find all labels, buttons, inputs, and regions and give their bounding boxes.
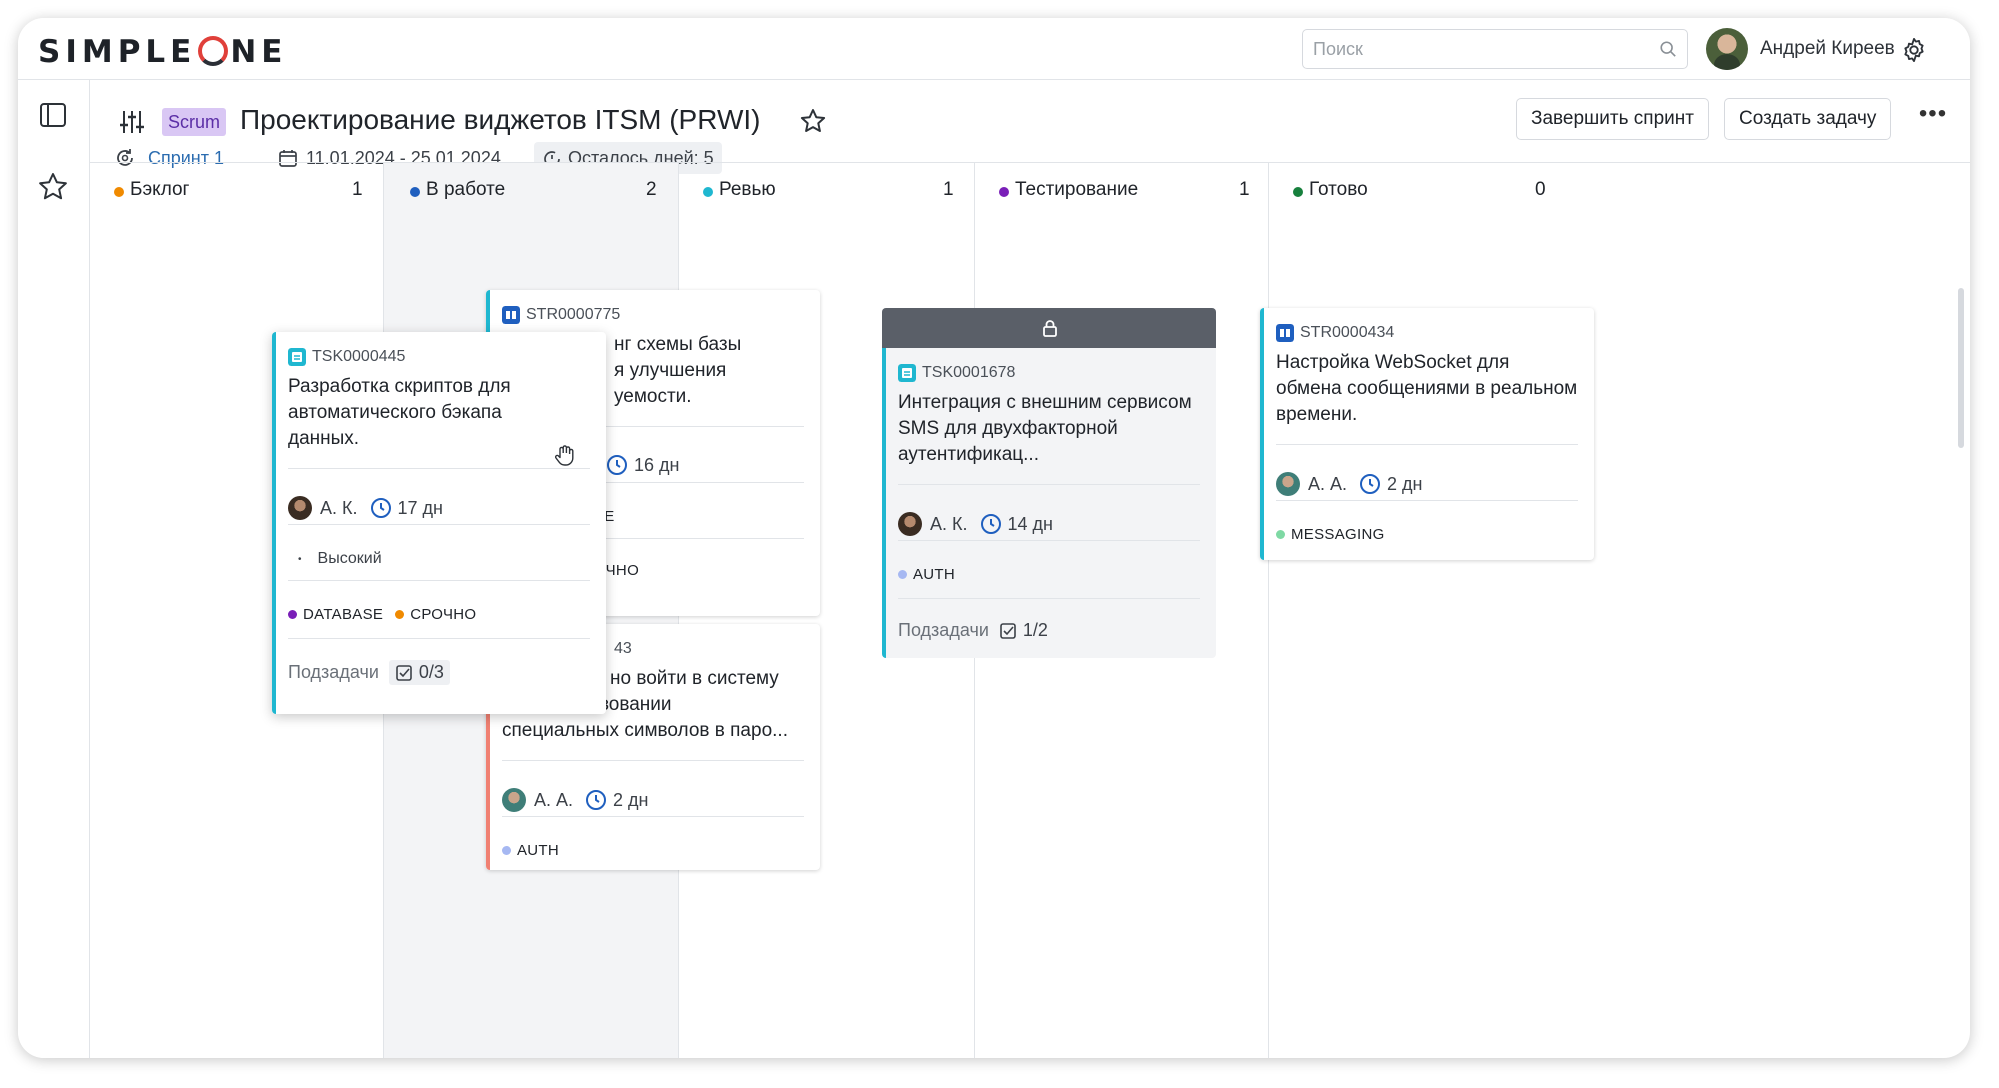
left-rail (18, 80, 90, 1058)
grab-cursor-icon (554, 445, 574, 466)
checkbox-icon (396, 664, 412, 681)
card-duration: 16 дн (634, 454, 680, 475)
card-duration: 17 дн (397, 497, 443, 518)
card-id: 43 (614, 640, 632, 657)
card-title: Настройка WebSocket для обмена сообщения… (1276, 352, 1578, 425)
search-input[interactable] (1303, 30, 1643, 68)
story-icon (502, 306, 520, 324)
finish-sprint-button[interactable]: Завершить спринт (1516, 98, 1709, 140)
clock-icon (607, 455, 627, 475)
app-window: SIMPLENE Андрей Киреев Scrum Проектирова… (18, 18, 1970, 1058)
sidebar-toggle-icon[interactable] (36, 98, 70, 132)
column-title: Бэклог (130, 179, 190, 200)
clock-icon (980, 514, 1001, 534)
card-id: STR0000434 (1300, 324, 1395, 341)
clock-icon (1360, 474, 1381, 494)
tag-dot (898, 570, 907, 579)
card-title: нг схемы базы я улучшения уемости. (614, 332, 806, 410)
card-tag: AUTH (517, 842, 560, 859)
task-card-locked[interactable]: TSK0001678 Интеграция с внешним сервисом… (882, 308, 1216, 658)
card-title: Разработка скриптов для автоматического … (288, 376, 511, 449)
more-menu-icon[interactable]: ••• (1918, 102, 1948, 134)
status-dot (703, 187, 713, 197)
story-icon (1276, 324, 1294, 342)
avatar (502, 788, 526, 812)
card-assignee: А. К. (320, 497, 358, 518)
column-title: Ревью (719, 179, 776, 200)
lock-icon (1043, 320, 1057, 337)
column-count: 1 (352, 179, 363, 200)
column-count: 1 (943, 179, 954, 200)
status-dot (410, 187, 420, 197)
tag-dot (1276, 530, 1285, 539)
card-title-line: я улучшения (614, 360, 727, 381)
dragged-task-card[interactable]: TSK0000445 Разработка скриптов для автом… (272, 332, 606, 714)
subtasks-label: Подзадачи (898, 620, 989, 640)
search-icon[interactable] (1659, 40, 1677, 58)
tag-dot (288, 610, 297, 619)
logo[interactable]: SIMPLE NE (38, 34, 287, 70)
column-count: 0 (1535, 179, 1546, 200)
favorites-star-icon[interactable] (36, 170, 70, 204)
status-dot (114, 187, 124, 197)
vertical-scrollbar[interactable] (1958, 288, 1964, 448)
card-title-line: специальных символов в паро... (502, 720, 788, 741)
card-tag: DATABASE (303, 606, 384, 623)
subtasks-label: Подзадачи (288, 662, 379, 682)
star-icon[interactable] (798, 106, 828, 136)
avatar (288, 496, 312, 520)
tag-dot (395, 610, 405, 619)
checkbox-icon (1000, 622, 1016, 639)
card-tag: AUTH (913, 566, 956, 583)
lock-bar (882, 308, 1216, 348)
status-dot (999, 187, 1009, 197)
avatar (1276, 472, 1300, 496)
subtasks-count: 0/3 (418, 662, 444, 682)
clock-icon (370, 498, 391, 518)
card-tag: MESSAGING (1291, 526, 1385, 543)
card-id: TSK0000445 (312, 348, 406, 365)
column-count: 1 (1239, 179, 1250, 200)
gear-icon[interactable] (1900, 36, 1928, 64)
card-id: STR0000775 (526, 306, 621, 323)
card-duration: 2 дн (613, 789, 649, 810)
card-title-line: нг схемы базы (614, 334, 742, 355)
card-duration: 2 дн (1387, 473, 1423, 494)
search-box[interactable] (1302, 29, 1688, 69)
subtasks-count: 1/2 (1022, 620, 1048, 640)
priority-bullet: • (298, 553, 302, 565)
tag-dot (502, 846, 511, 855)
card-tag: СРОЧНО (410, 606, 477, 623)
task-card[interactable]: STR0000434 Настройка WebSocket для обмен… (1260, 308, 1594, 560)
column-title: Готово (1309, 179, 1368, 200)
card-assignee: А. А. (1308, 473, 1348, 494)
card-assignee: А. А. (534, 789, 574, 810)
column-done: Готово 0 (1269, 163, 1569, 1058)
card-title-line: уемости. (614, 386, 692, 407)
status-dot (1293, 187, 1303, 197)
column-title: В работе (426, 179, 506, 200)
task-icon (898, 364, 916, 382)
top-bar: SIMPLENE Андрей Киреев (18, 18, 1970, 80)
user-avatar[interactable] (1706, 28, 1748, 70)
card-assignee: А. К. (930, 513, 968, 534)
board-settings-icon[interactable] (118, 108, 146, 136)
clock-icon (586, 790, 607, 810)
scrum-badge: Scrum (162, 108, 227, 136)
task-icon (288, 348, 306, 366)
column-count: 2 (646, 179, 657, 200)
column-title: Тестирование (1015, 179, 1139, 200)
card-title: Интеграция с внешним сервисом SMS для дв… (898, 392, 1192, 465)
user-name[interactable]: Андрей Киреев (1760, 38, 1895, 60)
page-title: Проектирование виджетов ITSM (PRWI) (240, 104, 761, 135)
avatar (898, 512, 922, 536)
card-duration: 14 дн (1007, 513, 1053, 534)
create-task-button[interactable]: Создать задачу (1724, 98, 1892, 140)
card-priority: Высокий (317, 550, 382, 567)
card-id: TSK0001678 (922, 364, 1016, 381)
